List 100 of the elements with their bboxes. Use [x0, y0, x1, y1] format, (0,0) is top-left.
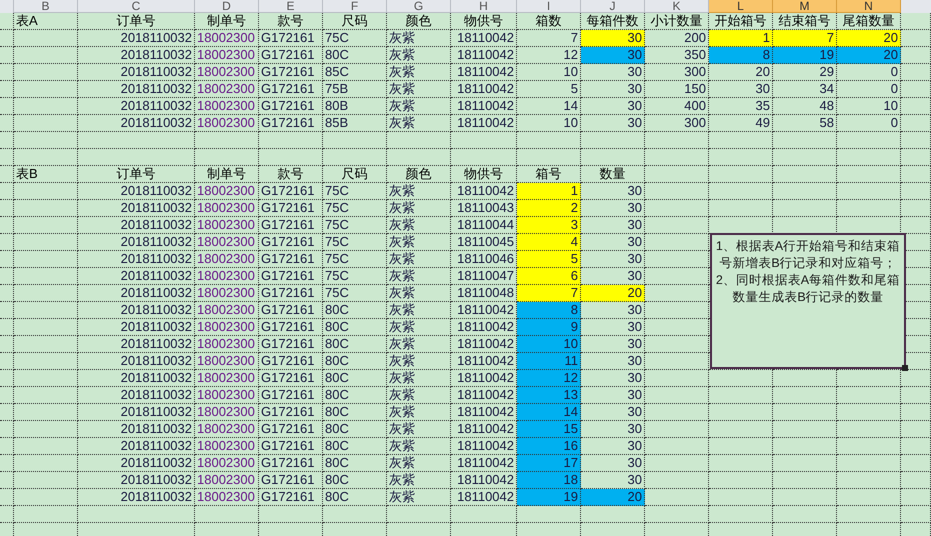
- empty-cell: [645, 421, 709, 438]
- table-cell: 13: [517, 387, 581, 404]
- table-cell: 2018110032: [78, 234, 195, 251]
- empty-cell: [837, 404, 901, 421]
- table-cell: 2018110032: [78, 438, 195, 455]
- empty-cell: [837, 421, 901, 438]
- table-cell: 20: [837, 30, 901, 47]
- table-cell: G172161: [259, 489, 323, 506]
- column-header[interactable]: H: [451, 0, 517, 13]
- table-cell: 14: [517, 404, 581, 421]
- empty-cell: [709, 387, 773, 404]
- empty-cell: [14, 64, 78, 81]
- table-cell: 80C: [323, 319, 387, 336]
- table-cell: 5: [517, 81, 581, 98]
- table-cell: G172161: [259, 268, 323, 285]
- table-cell: 18002300: [195, 30, 259, 47]
- empty-cell: [0, 183, 14, 200]
- column-header[interactable]: B: [14, 0, 78, 13]
- empty-cell: [0, 81, 14, 98]
- empty-cell: [901, 149, 931, 166]
- empty-cell: [14, 30, 78, 47]
- column-heading: 制单号: [195, 13, 259, 30]
- empty-cell: [0, 166, 14, 183]
- empty-cell: [14, 421, 78, 438]
- empty-cell: [0, 64, 14, 81]
- table-cell: 80C: [323, 455, 387, 472]
- table-cell: G172161: [259, 455, 323, 472]
- empty-cell: [773, 472, 837, 489]
- empty-cell: [709, 506, 773, 523]
- table-cell: 75B: [323, 81, 387, 98]
- table-cell: 灰紫: [387, 98, 451, 115]
- table-cell: G172161: [259, 251, 323, 268]
- column-heading: 小计数量: [645, 13, 709, 30]
- empty-cell: [581, 506, 645, 523]
- empty-cell: [0, 132, 14, 149]
- table-cell: 18002300: [195, 319, 259, 336]
- table-cell: 30: [581, 370, 645, 387]
- empty-cell: [773, 132, 837, 149]
- empty-cell: [709, 132, 773, 149]
- table-cell: 0: [837, 81, 901, 98]
- empty-cell: [0, 387, 14, 404]
- empty-cell: [773, 438, 837, 455]
- table-cell: 18110042: [451, 47, 517, 64]
- table-cell: 灰紫: [387, 200, 451, 217]
- table-cell: 30: [581, 438, 645, 455]
- column-header[interactable]: J: [581, 0, 645, 13]
- column-heading: 物供号: [451, 166, 517, 183]
- empty-cell: [0, 472, 14, 489]
- table-cell: 灰紫: [387, 64, 451, 81]
- column-header[interactable]: D: [195, 0, 259, 13]
- empty-cell: [0, 302, 14, 319]
- empty-cell: [837, 149, 901, 166]
- column-header[interactable]: E: [259, 0, 323, 13]
- table-cell: 18002300: [195, 404, 259, 421]
- table-title: 表B: [14, 166, 78, 183]
- empty-cell: [709, 149, 773, 166]
- column-header[interactable]: L: [709, 0, 773, 13]
- empty-cell: [645, 455, 709, 472]
- table-cell: G172161: [259, 200, 323, 217]
- column-heading: 制单号: [195, 166, 259, 183]
- table-cell: 80C: [323, 353, 387, 370]
- table-cell: 30: [581, 251, 645, 268]
- table-cell: 30: [581, 217, 645, 234]
- table-cell: 2018110032: [78, 251, 195, 268]
- empty-cell: [0, 353, 14, 370]
- empty-cell: [387, 149, 451, 166]
- table-cell: G172161: [259, 302, 323, 319]
- empty-cell: [709, 166, 773, 183]
- column-header[interactable]: G: [387, 0, 451, 13]
- table-cell: 75C: [323, 285, 387, 302]
- table-cell: 灰紫: [387, 353, 451, 370]
- table-cell: 18110042: [451, 30, 517, 47]
- column-header[interactable]: C: [78, 0, 195, 13]
- table-cell: 18002300: [195, 64, 259, 81]
- column-header[interactable]: F: [323, 0, 387, 13]
- table-cell: 10: [517, 64, 581, 81]
- table-cell: 10: [517, 336, 581, 353]
- table-cell: G172161: [259, 47, 323, 64]
- table-cell: 2018110032: [78, 421, 195, 438]
- table-cell: 18002300: [195, 455, 259, 472]
- column-header[interactable]: N: [837, 0, 901, 13]
- table-cell: 2: [517, 200, 581, 217]
- empty-cell: [14, 149, 78, 166]
- table-cell: 6: [517, 268, 581, 285]
- column-header[interactable]: I: [517, 0, 581, 13]
- table-cell: 2018110032: [78, 370, 195, 387]
- empty-cell: [901, 506, 931, 523]
- column-header[interactable]: M: [773, 0, 837, 13]
- empty-cell: [0, 506, 14, 523]
- empty-cell: [0, 370, 14, 387]
- table-cell: 7: [517, 285, 581, 302]
- empty-cell: [0, 285, 14, 302]
- table-cell: 灰紫: [387, 217, 451, 234]
- empty-cell: [645, 472, 709, 489]
- table-cell: 49: [709, 115, 773, 132]
- resize-handle[interactable]: [902, 365, 908, 371]
- text-box[interactable]: 1、根据表A行开始箱号和结束箱号新增表B行记录和对应箱号； 2、同时根据表A每箱件数和尾箱数量生成表B行记录的数量: [710, 233, 906, 369]
- table-cell: 30: [581, 353, 645, 370]
- table-cell: 灰紫: [387, 47, 451, 64]
- table-cell: G172161: [259, 98, 323, 115]
